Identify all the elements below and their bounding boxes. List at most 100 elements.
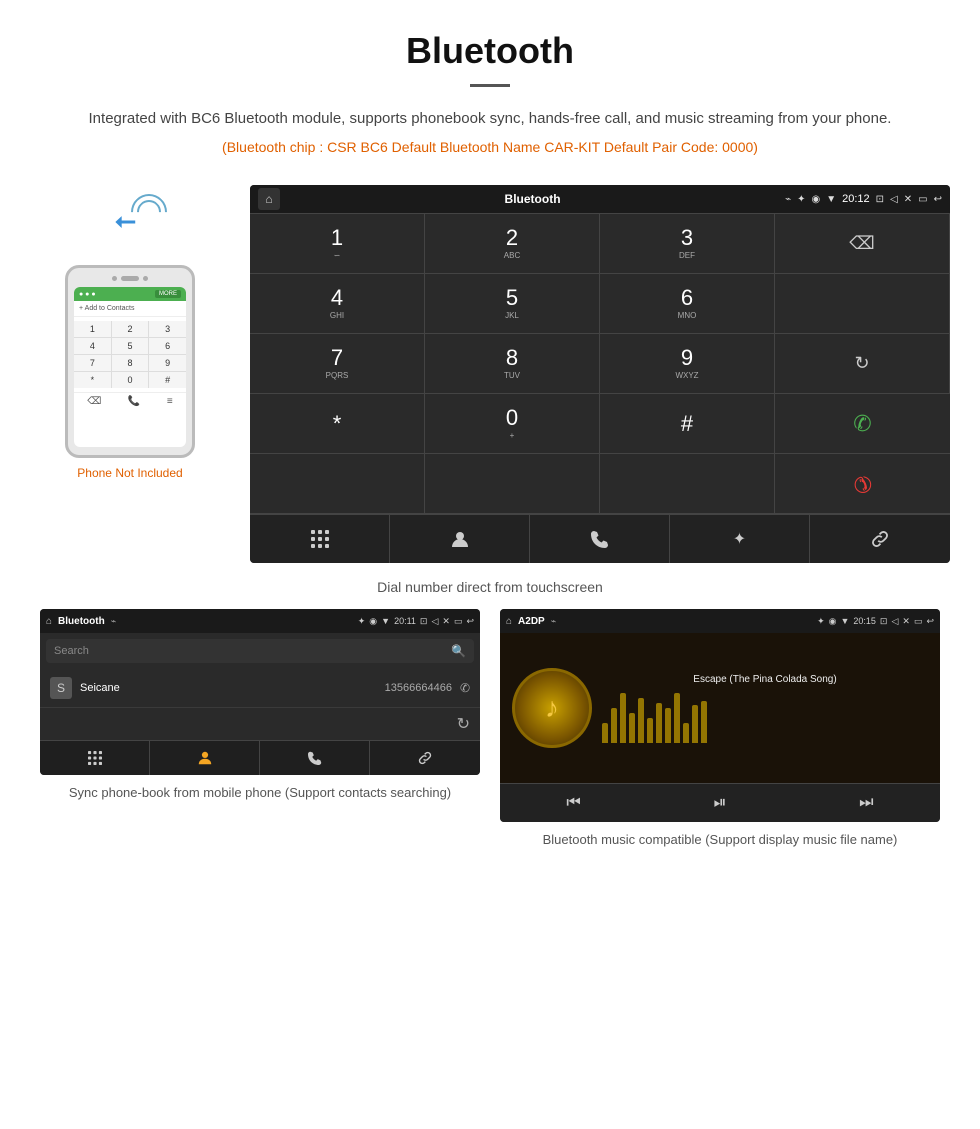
dial-num-0: 0 bbox=[506, 407, 518, 429]
pb-contacts-btn[interactable] bbox=[150, 741, 260, 775]
pb-phone-btn[interactable] bbox=[260, 741, 370, 775]
dial-key-0[interactable]: 0 + bbox=[425, 394, 600, 454]
dial-num-1: 1 bbox=[331, 227, 343, 249]
phone-key-7[interactable]: 7 bbox=[74, 355, 111, 371]
contacts-button[interactable] bbox=[390, 515, 530, 563]
phone-key-1[interactable]: 1 bbox=[74, 321, 111, 337]
dial-key-7[interactable]: 7 PQRS bbox=[250, 334, 425, 394]
description: Integrated with BC6 Bluetooth module, su… bbox=[60, 107, 920, 131]
link-icon bbox=[871, 530, 889, 548]
phone-key-5[interactable]: 5 bbox=[112, 338, 149, 354]
pb-contact-row[interactable]: S Seicane 13566664466 ✆ bbox=[40, 669, 480, 708]
pb-signal-icon: ▼ bbox=[381, 616, 390, 627]
dial-key-8[interactable]: 8 TUV bbox=[425, 334, 600, 394]
main-caption: Dial number direct from touchscreen bbox=[0, 573, 980, 609]
bluetooth-button[interactable]: ✦ bbox=[670, 515, 810, 563]
pb-statusbar-right: ✦ ◉ ▼ 20:11 ⊡ ◁ ✕ ▭ ↩ bbox=[358, 616, 474, 627]
dial-sync-cell[interactable]: ↻ bbox=[775, 334, 950, 394]
link-button[interactable] bbox=[810, 515, 950, 563]
phone-key-3[interactable]: 3 bbox=[149, 321, 186, 337]
keypad-button[interactable] bbox=[250, 515, 390, 563]
phone-contacts-icon[interactable]: ≡ bbox=[167, 396, 173, 407]
pb-vol-icon: ◁ bbox=[431, 616, 438, 627]
pb-search-bar[interactable]: Search 🔍 bbox=[46, 639, 474, 663]
pb-x-icon: ✕ bbox=[442, 616, 450, 627]
dial-red-call-cell[interactable]: ✆ bbox=[775, 454, 950, 514]
dial-empty-1 bbox=[250, 454, 425, 514]
phone-key-6[interactable]: 6 bbox=[149, 338, 186, 354]
dial-sub-3: DEF bbox=[679, 251, 695, 260]
dial-num-8: 8 bbox=[506, 347, 518, 369]
dial-num-7: 7 bbox=[331, 347, 343, 369]
dial-sub-5: JKL bbox=[505, 311, 519, 320]
pb-win-icon: ▭ bbox=[454, 616, 463, 627]
phone-key-0[interactable]: 0 bbox=[112, 372, 149, 388]
phone-delete-icon[interactable]: ⌫ bbox=[87, 396, 101, 407]
phone-screen: ● ● ● MORE + Add to Contacts 1 2 3 4 5 6… bbox=[74, 287, 186, 447]
phonebook-caption: Sync phone-book from mobile phone (Suppo… bbox=[59, 783, 461, 803]
phone-key-9[interactable]: 9 bbox=[149, 355, 186, 371]
dial-key-6[interactable]: 6 MNO bbox=[600, 274, 775, 334]
volume-icon: ◁ bbox=[890, 194, 898, 205]
phone-button[interactable] bbox=[530, 515, 670, 563]
page-title: Bluetooth bbox=[60, 30, 920, 72]
pb-back-icon: ↩ bbox=[466, 616, 474, 627]
dial-key-star[interactable]: * bbox=[250, 394, 425, 454]
phone-call-icon[interactable]: 📞 bbox=[128, 396, 140, 407]
pb-link-btn[interactable] bbox=[370, 741, 480, 775]
phone-not-included-label: Phone Not Included bbox=[77, 466, 182, 480]
pb-loc-icon: ◉ bbox=[369, 616, 377, 627]
phone-key-2[interactable]: 2 bbox=[112, 321, 149, 337]
dial-empty-2 bbox=[425, 454, 600, 514]
viz-bar bbox=[602, 723, 608, 743]
pb-home-icon: ⌂ bbox=[46, 616, 52, 627]
phone-bottom-bar: ⌫ 📞 ≡ bbox=[74, 392, 186, 410]
phone-topbar: ● ● ● MORE bbox=[74, 287, 186, 301]
dial-sub-4: GHI bbox=[330, 311, 344, 320]
music-statusbar-left: ⌂ A2DP ⌁ bbox=[506, 616, 556, 627]
pb-link-icon bbox=[418, 751, 432, 765]
dial-key-9[interactable]: 9 WXYZ bbox=[600, 334, 775, 394]
dial-key-2[interactable]: 2 ABC bbox=[425, 214, 600, 274]
main-section: ⭠ ● ● ● MORE + Add to Contacts 1 2 3 bbox=[0, 185, 980, 563]
pb-cam-icon: ⊡ bbox=[420, 616, 428, 627]
specs-line: (Bluetooth chip : CSR BC6 Default Blueto… bbox=[60, 139, 920, 155]
dial-screen: ⌂ Bluetooth ⌁ ✦ ◉ ▼ 20:12 ⊡ ◁ ✕ ▭ ↩ 1 ∽ bbox=[250, 185, 950, 563]
forward-button[interactable]: ⏭ bbox=[859, 794, 873, 812]
dialpad-row5: ✆ bbox=[250, 454, 950, 514]
dial-key-4[interactable]: 4 GHI bbox=[250, 274, 425, 334]
viz-bar bbox=[638, 698, 644, 743]
pb-bt-icon: ✦ bbox=[358, 616, 366, 627]
dial-key-3[interactable]: 3 DEF bbox=[600, 214, 775, 274]
phone-key-4[interactable]: 4 bbox=[74, 338, 111, 354]
pb-call-inline-icon[interactable]: ✆ bbox=[460, 681, 470, 695]
dial-key-hash[interactable]: # bbox=[600, 394, 775, 454]
music-info: Escape (The Pina Colada Song) bbox=[592, 674, 928, 743]
statusbar-title: Bluetooth bbox=[505, 192, 561, 206]
music-loc-icon: ◉ bbox=[829, 616, 837, 627]
pb-keypad-btn[interactable] bbox=[40, 741, 150, 775]
music-time: 20:15 bbox=[853, 616, 876, 626]
dial-num-4: 4 bbox=[331, 287, 343, 309]
play-pause-button[interactable]: ⏯ bbox=[714, 794, 727, 812]
dial-key-5[interactable]: 5 JKL bbox=[425, 274, 600, 334]
call-green-icon: ✆ bbox=[853, 411, 871, 437]
dial-delete-cell[interactable]: ⌫ bbox=[775, 214, 950, 274]
dial-key-1[interactable]: 1 ∽ bbox=[250, 214, 425, 274]
music-signal-icon: ▼ bbox=[840, 616, 849, 626]
pb-sync-icon[interactable]: ↻ bbox=[457, 714, 470, 734]
dial-call-green-cell[interactable]: ✆ bbox=[775, 394, 950, 454]
delete-icon: ⌫ bbox=[849, 233, 874, 254]
rewind-button[interactable]: ⏮ bbox=[566, 794, 580, 812]
music-note-icon: ♪ bbox=[545, 692, 559, 724]
contacts-icon bbox=[451, 530, 469, 548]
dial-num-5: 5 bbox=[506, 287, 518, 309]
dial-num-2: 2 bbox=[506, 227, 518, 249]
phone-key-star[interactable]: * bbox=[74, 372, 111, 388]
phone-key-8[interactable]: 8 bbox=[112, 355, 149, 371]
phone-key-hash[interactable]: # bbox=[149, 372, 186, 388]
pb-title: Bluetooth bbox=[58, 616, 105, 627]
home-button[interactable]: ⌂ bbox=[258, 188, 280, 210]
phone-mockup: ● ● ● MORE + Add to Contacts 1 2 3 4 5 6… bbox=[65, 265, 195, 458]
music-win-icon: ▭ bbox=[914, 616, 923, 627]
